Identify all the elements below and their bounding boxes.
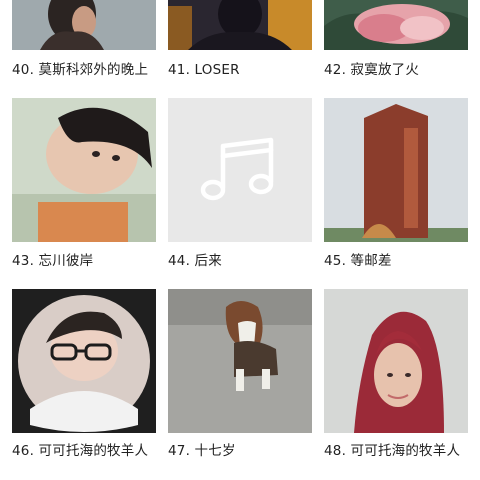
playlist-cover-selfie-glasses[interactable] <box>12 289 156 433</box>
playlist-title: 47. 十七岁 <box>168 443 236 459</box>
playlist-cover-placeholder[interactable] <box>168 98 312 242</box>
playlist-cover-portrait[interactable] <box>324 289 468 433</box>
playlist-title: 46. 可可托海的牧羊人 <box>12 443 149 459</box>
playlist-cover-tower[interactable] <box>324 98 468 242</box>
playlist-cover-lotus[interactable] <box>324 0 468 50</box>
playlist-cover-person[interactable] <box>12 0 156 50</box>
playlist-grid: 40. 莫斯科郊外的晚上 41. LOSER 42. 寂寞放了火 43. 忘川彼… <box>0 0 480 480</box>
playlist-title: 42. 寂寞放了火 <box>324 62 420 78</box>
playlist-title: 44. 后来 <box>168 253 222 269</box>
playlist-title: 45. 等邮差 <box>324 253 392 269</box>
playlist-title: 48. 可可托海的牧羊人 <box>324 443 461 459</box>
playlist-title: 43. 忘川彼岸 <box>12 253 94 269</box>
playlist-title: 40. 莫斯科郊外的晚上 <box>12 62 149 78</box>
playlist-cover-dog[interactable] <box>168 289 312 433</box>
playlist-cover-selfie[interactable] <box>12 98 156 242</box>
playlist-title: 41. LOSER <box>168 62 240 78</box>
playlist-cover-person-back[interactable] <box>168 0 312 50</box>
